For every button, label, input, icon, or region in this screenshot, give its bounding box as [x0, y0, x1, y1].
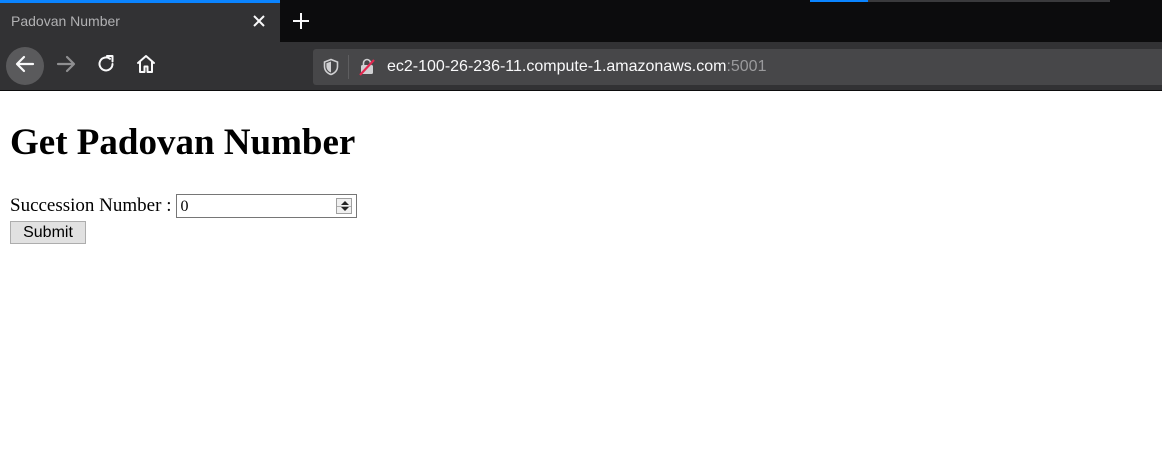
forward-arrow-icon: [55, 53, 77, 80]
back-arrow-icon: [14, 53, 36, 80]
back-button[interactable]: [6, 47, 44, 85]
shield-icon[interactable]: [321, 57, 341, 77]
forward-button[interactable]: [47, 47, 85, 85]
url-host: ec2-100-26-236-11.compute-1.amazonaws.co…: [387, 58, 727, 75]
tab-strip-accent: [810, 0, 868, 2]
succession-number-input[interactable]: 0: [176, 194, 358, 218]
number-spinner[interactable]: [336, 198, 353, 214]
close-icon[interactable]: [249, 11, 269, 31]
succession-number-value: 0: [180, 198, 189, 215]
page-content: Get Padovan Number Succession Number : 0…: [0, 92, 1162, 462]
home-icon: [135, 53, 157, 80]
tab-strip: Padovan Number: [0, 0, 1162, 42]
plus-icon[interactable]: [290, 10, 312, 32]
tab-active-indicator: [0, 0, 280, 3]
url-bar[interactable]: ec2-100-26-236-11.compute-1.amazonaws.co…: [313, 49, 1162, 85]
spin-down-icon[interactable]: [341, 207, 350, 211]
spin-up-icon[interactable]: [341, 201, 350, 205]
tab-title: Padovan Number: [11, 13, 120, 29]
url-bar-separator: [348, 55, 349, 79]
url-text[interactable]: ec2-100-26-236-11.compute-1.amazonaws.co…: [387, 58, 766, 76]
reload-button[interactable]: [87, 47, 125, 85]
succession-number-row: Succession Number : 0: [10, 194, 358, 218]
page-title: Get Padovan Number: [10, 122, 356, 163]
submit-button[interactable]: Submit: [10, 221, 86, 244]
insecure-lock-icon[interactable]: [357, 57, 377, 77]
url-port: :5001: [726, 58, 767, 75]
succession-number-label: Succession Number :: [10, 195, 172, 216]
tab-active[interactable]: Padovan Number: [0, 0, 280, 42]
reload-icon: [95, 53, 117, 80]
home-button[interactable]: [127, 47, 165, 85]
navigation-toolbar: ec2-100-26-236-11.compute-1.amazonaws.co…: [0, 42, 1162, 91]
